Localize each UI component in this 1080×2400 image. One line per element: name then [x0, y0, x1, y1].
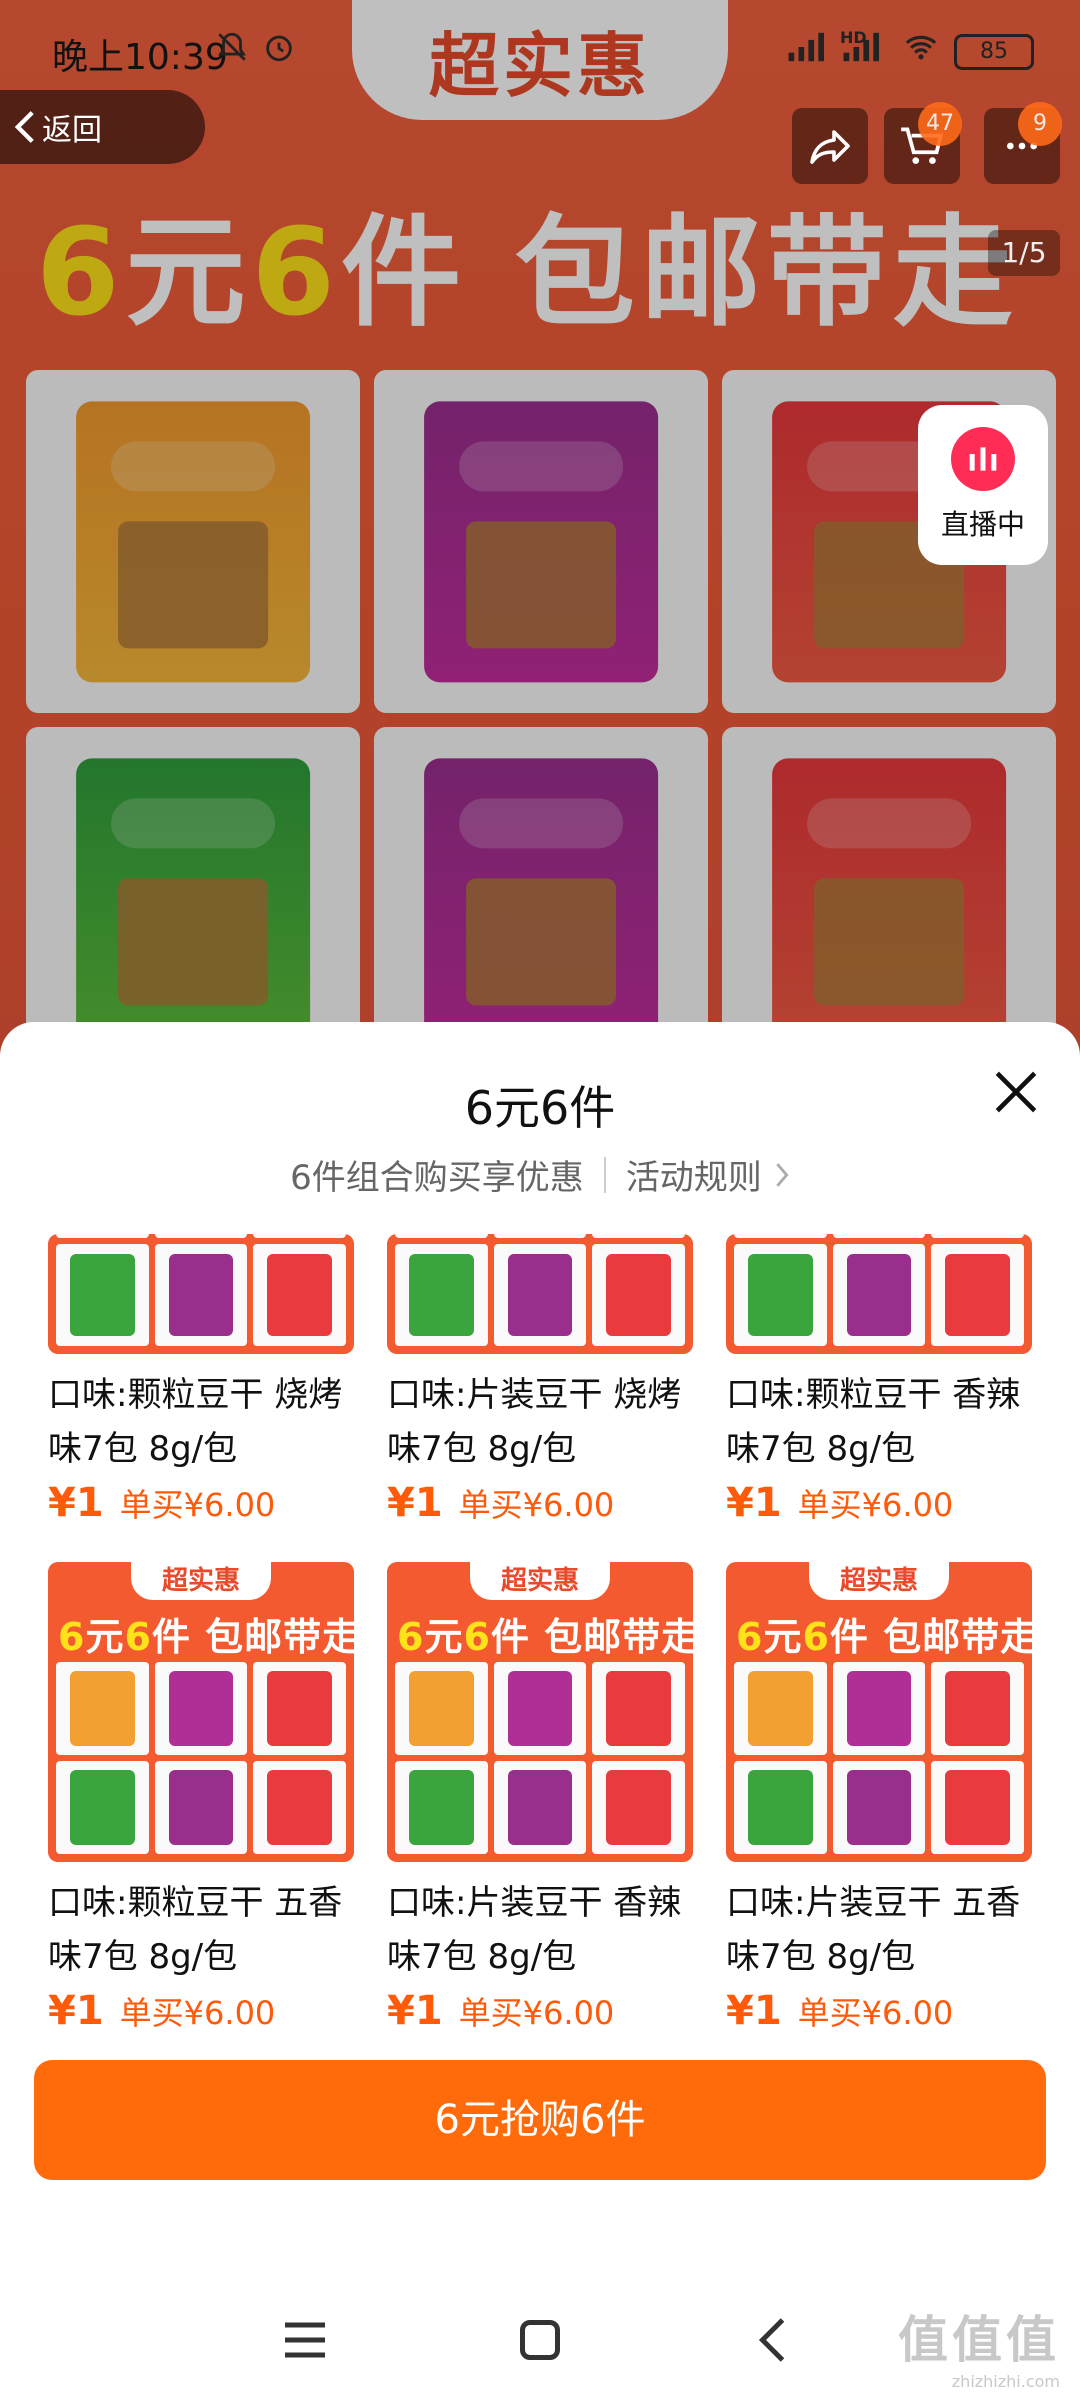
live-icon — [951, 427, 1015, 491]
more-button[interactable]: 9 — [984, 102, 1062, 184]
rules-link[interactable]: 活动规则 — [626, 1150, 762, 1199]
item-name: 口味:片装豆干 五香味7包 8g/包 — [726, 1883, 1021, 1977]
watermark: 值值值 zhizhizhi.com — [898, 2311, 1060, 2391]
buy-bundle-button[interactable]: 6元抢购6件 — [34, 2060, 1046, 2180]
item-price: ¥1 — [387, 1480, 443, 1526]
share-button[interactable] — [792, 108, 868, 184]
item-single-price: 单买¥6.00 — [797, 1994, 954, 2032]
item-thumbnail: 超实惠 6元6件 包邮带走 — [387, 1562, 693, 1862]
item-single-price: 单买¥6.00 — [119, 1486, 276, 1524]
item-price: ¥1 — [48, 1988, 104, 2034]
back-button[interactable]: 返回 — [0, 90, 205, 164]
bundle-item-card[interactable]: 超实惠 6元6件 包邮带走 口味:片装豆干 五香味7包 8g/包 ¥1 单买¥6.… — [726, 1562, 1032, 2034]
item-single-price: 单买¥6.00 — [797, 1486, 954, 1524]
status-bar: 晚上10:39 HD 85 — [0, 0, 1080, 100]
item-price: ¥1 — [726, 1988, 782, 2034]
signal-2-icon — [843, 32, 879, 62]
live-label: 直播中 — [940, 508, 1025, 541]
item-single-price: 单买¥6.00 — [458, 1486, 615, 1524]
divider — [603, 1156, 606, 1193]
item-name: 口味:颗粒豆干 香辣味7包 8g/包 — [726, 1375, 1021, 1469]
sheet-subtitle-row: 6件组合购买享优惠 活动规则 — [0, 1150, 1080, 1199]
chevron-right-icon — [776, 1162, 789, 1187]
cart-count-badge: 47 — [918, 102, 962, 146]
status-time: 晚上10:39 — [52, 37, 228, 78]
item-thumbnail: 超实惠 6元6件 包邮带走 — [48, 1562, 354, 1862]
bundle-item-card[interactable]: 超实惠 6元6件 包邮带走 口味:颗粒豆干 五香味7包 8g/包 ¥1 单买¥6.… — [48, 1562, 354, 2034]
item-name: 口味:片装豆干 香辣味7包 8g/包 — [387, 1883, 682, 1977]
item-price: ¥1 — [387, 1988, 443, 2034]
bundle-item-card[interactable]: 超实惠 6元6件 包邮带走 口味:片装豆干 香辣味7包 8g/包 ¥1 单买¥6.… — [387, 1562, 693, 2034]
bundle-item-card[interactable]: 口味:颗粒豆干 香辣味7包 8g/包 ¥1 单买¥6.00 — [726, 1234, 1032, 1526]
item-thumbnail — [387, 1234, 693, 1354]
item-thumbnail — [48, 1234, 354, 1354]
alarm-icon — [266, 35, 292, 62]
sheet-title: 6元6件 — [464, 1081, 616, 1135]
bundle-item-card[interactable]: 口味:颗粒豆干 烧烤味7包 8g/包 ¥1 单买¥6.00 — [48, 1234, 354, 1526]
home-icon[interactable] — [510, 2310, 570, 2370]
share-icon — [810, 130, 850, 164]
mute-bell-icon — [218, 32, 246, 61]
item-name: 口味:颗粒豆干 五香味7包 8g/包 — [48, 1883, 343, 1977]
bundle-sheet: 6元6件 6件组合购买享优惠 活动规则 口味:颗粒豆干 烧烤味7包 8g/包 ¥… — [0, 1022, 1080, 2400]
item-name: 口味:颗粒豆干 烧烤味7包 8g/包 — [48, 1375, 343, 1469]
item-price: ¥1 — [726, 1480, 782, 1526]
item-single-price: 单买¥6.00 — [458, 1994, 615, 2032]
bundle-item-grid: 口味:颗粒豆干 烧烤味7包 8g/包 ¥1 单买¥6.00 口味:片装豆干 烧烤味… — [48, 1234, 1032, 2074]
chevron-left-icon — [14, 111, 34, 143]
battery-indicator: 85 — [954, 34, 1034, 70]
signal-icon — [788, 32, 824, 62]
message-count-badge: 9 — [1018, 102, 1062, 146]
item-single-price: 单买¥6.00 — [119, 1994, 276, 2032]
item-name: 口味:片装豆干 烧烤味7包 8g/包 — [387, 1375, 682, 1469]
back-nav-icon[interactable] — [745, 2310, 805, 2370]
cart-button[interactable]: 47 — [884, 102, 962, 184]
item-price: ¥1 — [48, 1480, 104, 1526]
back-label: 返回 — [42, 113, 102, 148]
item-thumbnail: 超实惠 6元6件 包邮带走 — [726, 1562, 1032, 1862]
bundle-item-card[interactable]: 口味:片装豆干 烧烤味7包 8g/包 ¥1 单买¥6.00 — [387, 1234, 693, 1526]
sheet-subtitle: 6件组合购买享优惠 — [290, 1158, 584, 1198]
wifi-icon — [905, 35, 937, 60]
close-icon[interactable] — [988, 1064, 1044, 1120]
live-stream-button[interactable]: 直播中 — [918, 405, 1048, 565]
image-pager: 1/5 — [988, 230, 1060, 276]
item-thumbnail — [726, 1234, 1032, 1354]
menu-icon[interactable] — [275, 2310, 335, 2370]
